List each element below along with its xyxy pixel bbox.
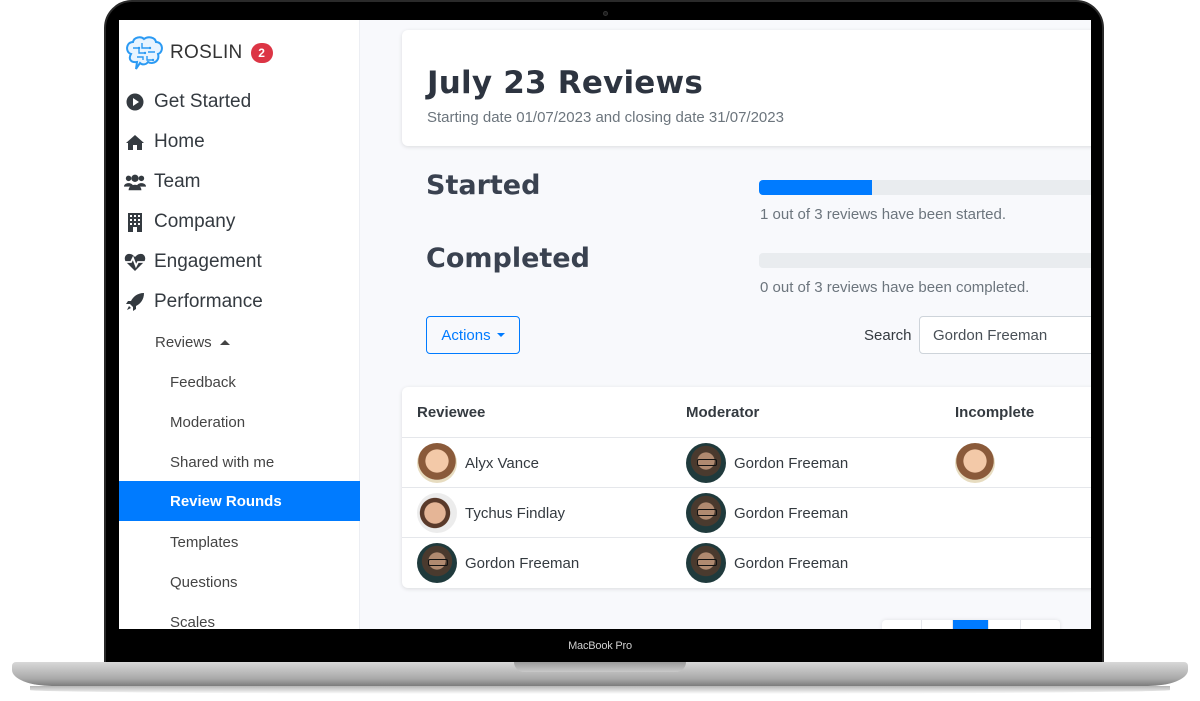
sidebar-item-company[interactable]: Company <box>119 202 360 242</box>
moderator-name[interactable]: Gordon Freeman <box>734 505 848 522</box>
page-button-active[interactable] <box>953 620 989 629</box>
sidebar-item-shared-with-me[interactable]: Shared with me <box>119 442 360 482</box>
sidebar-item-performance[interactable]: Performance <box>119 282 360 322</box>
page-button[interactable] <box>922 620 953 629</box>
avatar <box>686 493 726 533</box>
sidebar-item-label: Reviews <box>155 333 212 351</box>
sidebar-item-engagement[interactable]: Engagement <box>119 242 360 282</box>
sidebar-item-templates[interactable]: Templates <box>119 522 360 562</box>
started-progress-fill <box>759 180 873 195</box>
heartbeat-icon <box>124 252 146 272</box>
reviewee-name[interactable]: Gordon Freeman <box>465 555 579 572</box>
avatar <box>686 443 726 483</box>
table-row[interactable]: Gordon Freeman Gordon Freeman <box>402 537 1091 587</box>
sidebar-item-questions[interactable]: Questions <box>119 562 360 602</box>
brain-icon <box>126 36 163 70</box>
sidebar-item-label: Home <box>154 131 205 152</box>
caret-down-icon <box>496 333 505 337</box>
building-icon <box>124 212 146 232</box>
actions-button-label: Actions <box>441 326 491 344</box>
sidebar-item-review-rounds[interactable]: Review Rounds <box>119 481 360 521</box>
sidebar-item-team[interactable]: Team <box>119 162 360 202</box>
avatar <box>686 543 726 583</box>
avatar <box>417 493 457 533</box>
notification-badge[interactable]: 2 <box>250 43 273 63</box>
table-row[interactable]: Tychus Findlay Gordon Freeman <box>402 487 1091 537</box>
reviewee-cell: Alyx Vance <box>417 442 539 484</box>
moderator-cell: Gordon Freeman <box>686 542 848 584</box>
laptop-notch <box>514 662 686 672</box>
incomplete-cell <box>955 442 1003 484</box>
page-subtitle: Starting date 01/07/2023 and closing dat… <box>427 109 784 126</box>
home-icon <box>124 132 146 152</box>
camera-dot <box>603 11 608 16</box>
sidebar-item-scales[interactable]: Scales <box>119 602 360 630</box>
play-circle-icon <box>124 92 146 112</box>
reviewee-cell: Tychus Findlay <box>417 492 565 534</box>
sidebar-item-home[interactable]: Home <box>119 122 360 162</box>
brand-name: ROSLIN <box>170 42 243 63</box>
page-title: July 23 Reviews <box>427 65 704 101</box>
search-label: Search <box>864 327 912 344</box>
sidebar-item-label: Team <box>154 171 201 192</box>
moderator-name[interactable]: Gordon Freeman <box>734 555 848 572</box>
column-header-incomplete[interactable]: Incomplete <box>955 404 1034 421</box>
reviews-table: Reviewee Moderator Incomplete Alyx Vance… <box>402 387 1091 588</box>
brand[interactable]: ROSLIN 2 <box>123 34 273 72</box>
app-screen: ROSLIN 2 Get Started Home Team Company E… <box>119 20 1091 629</box>
sidebar-item-moderation[interactable]: Moderation <box>119 402 360 442</box>
page-button[interactable] <box>989 620 1021 629</box>
device-model-label: MacBook Pro <box>568 640 632 652</box>
column-header-moderator[interactable]: Moderator <box>686 404 759 421</box>
sidebar-item-reviews[interactable]: Reviews <box>119 322 360 362</box>
users-icon <box>124 172 146 192</box>
started-progress-text: 1 out of 3 reviews have been started. <box>760 206 1006 223</box>
sidebar-item-label: Shared with me <box>170 453 275 471</box>
pagination <box>882 620 1060 629</box>
reviewee-name[interactable]: Alyx Vance <box>465 455 539 472</box>
sidebar-item-feedback[interactable]: Feedback <box>119 362 360 402</box>
avatar <box>417 443 457 483</box>
review-round-header-card: July 23 Reviews Starting date 01/07/2023… <box>402 30 1091 146</box>
started-label: Started <box>426 170 541 201</box>
completed-label: Completed <box>426 243 590 274</box>
column-header-reviewee[interactable]: Reviewee <box>417 404 485 421</box>
actions-dropdown-button[interactable]: Actions <box>426 316 520 354</box>
laptop-shadow <box>30 686 1170 694</box>
rocket-icon <box>124 292 146 312</box>
sidebar-item-label: Engagement <box>154 251 262 272</box>
started-progress-bar <box>759 180 1091 195</box>
page-button[interactable] <box>1021 620 1060 629</box>
completed-progress-text: 0 out of 3 reviews have been completed. <box>760 279 1030 296</box>
search-input[interactable] <box>919 316 1091 354</box>
sidebar-item-label: Performance <box>154 291 263 312</box>
reviewee-name[interactable]: Tychus Findlay <box>465 505 565 522</box>
avatar[interactable] <box>955 443 995 483</box>
sidebar-item-label: Company <box>154 211 236 232</box>
avatar <box>417 543 457 583</box>
sidebar-item-label: Review Rounds <box>170 492 282 510</box>
sidebar: ROSLIN 2 Get Started Home Team Company E… <box>119 20 360 629</box>
sidebar-item-label: Templates <box>170 533 239 551</box>
page-button[interactable] <box>882 620 922 629</box>
moderator-cell: Gordon Freeman <box>686 492 848 534</box>
sidebar-item-label: Feedback <box>170 373 236 391</box>
completed-progress-bar <box>759 253 1091 268</box>
moderator-name[interactable]: Gordon Freeman <box>734 455 848 472</box>
caret-up-icon <box>219 339 230 345</box>
sidebar-item-get-started[interactable]: Get Started <box>119 82 360 122</box>
sidebar-item-label: Get Started <box>154 91 252 112</box>
sidebar-item-label: Scales <box>170 613 216 630</box>
sidebar-item-label: Questions <box>170 573 238 591</box>
reviewee-cell: Gordon Freeman <box>417 542 579 584</box>
sidebar-item-label: Moderation <box>170 413 246 431</box>
table-row[interactable]: Alyx Vance Gordon Freeman <box>402 437 1091 487</box>
moderator-cell: Gordon Freeman <box>686 442 848 484</box>
